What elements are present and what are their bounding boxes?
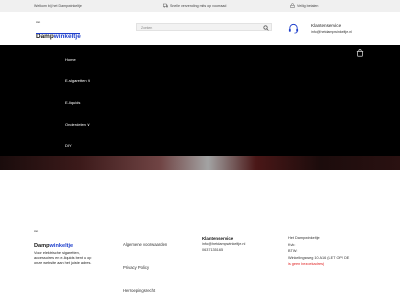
site-header: Het Dampwinkeltje Zoeken Klantenservice … [0, 12, 400, 45]
footer-logo-text-part1: Damp [34, 243, 50, 249]
nav-item-home[interactable]: Home [65, 57, 76, 62]
hero-banner: Home E-sigaretten ∨ E-liquids Onderdelen… [0, 45, 400, 170]
secure-payment-text: Veilig betalen [297, 4, 319, 8]
footer-btw: BTW: [288, 249, 298, 253]
search-input[interactable]: Zoeken [136, 23, 272, 31]
logo-underline [36, 33, 80, 34]
welcome-text: Welkom bij het Dampwinkeltje [34, 4, 82, 8]
logo-text-part2: winkeltje [53, 33, 81, 40]
footer-logo-small-text: Het [34, 230, 39, 233]
site-logo[interactable]: Het Dampwinkeltje [36, 21, 81, 43]
footer-description: Voor elektrische sigaretten, accessoires… [34, 251, 92, 265]
service-email[interactable]: info@hetdampwinkeltje.nl [311, 30, 352, 34]
footer-link-withdrawal[interactable]: Herroepingsrecht [123, 288, 155, 293]
footer-address-line: Winkelingsweg 10 A16 (LET OP! DE [288, 256, 350, 260]
top-info-bar: Welkom bij het Dampwinkeltje Snelle verz… [0, 0, 400, 12]
logo-text-part1: Damp [36, 33, 54, 40]
shipping-text: Snelle verzending mits op voorraad [170, 4, 227, 8]
service-title: Klantenservice [311, 23, 342, 28]
headset-icon [288, 23, 299, 34]
nav-item-e-sigaretten[interactable]: E-sigaretten ∨ [65, 78, 91, 83]
nav-item-diy[interactable]: DIY [65, 143, 72, 148]
truck-icon [163, 3, 168, 8]
cart-icon[interactable] [356, 49, 364, 57]
site-footer: Het Dampwinkeltje Voor elektrische sigar… [0, 170, 400, 300]
nav-item-onderdelen[interactable]: Onderdelen ∨ [65, 122, 90, 127]
search-placeholder: Zoeken [141, 26, 153, 30]
footer-service-title: Klantenservice [202, 236, 234, 241]
nav-item-e-liquids[interactable]: E-liquids [65, 100, 80, 105]
footer-logo[interactable]: Het Dampwinkeltje [34, 230, 74, 252]
footer-company-name: Het Dampwinkeltje [288, 236, 320, 240]
footer-link-privacy[interactable]: Privacy Policy [123, 265, 149, 270]
lock-icon [290, 3, 295, 8]
footer-kvk: Kvk: [288, 243, 296, 247]
footer-link-terms[interactable]: Algemene voorwaarden [123, 242, 167, 247]
footer-service-email[interactable]: info@hetdampwinkeltje.nl [202, 242, 245, 246]
footer-logo-text-part2: winkeltje [49, 243, 74, 249]
footer-address-note: is geen bezoekadres) [288, 262, 325, 266]
footer-service-phone[interactable]: 0637135165 [202, 248, 223, 252]
hero-image-strip [0, 156, 400, 170]
search-icon[interactable] [263, 25, 269, 31]
logo-small-text: Het [36, 21, 41, 24]
